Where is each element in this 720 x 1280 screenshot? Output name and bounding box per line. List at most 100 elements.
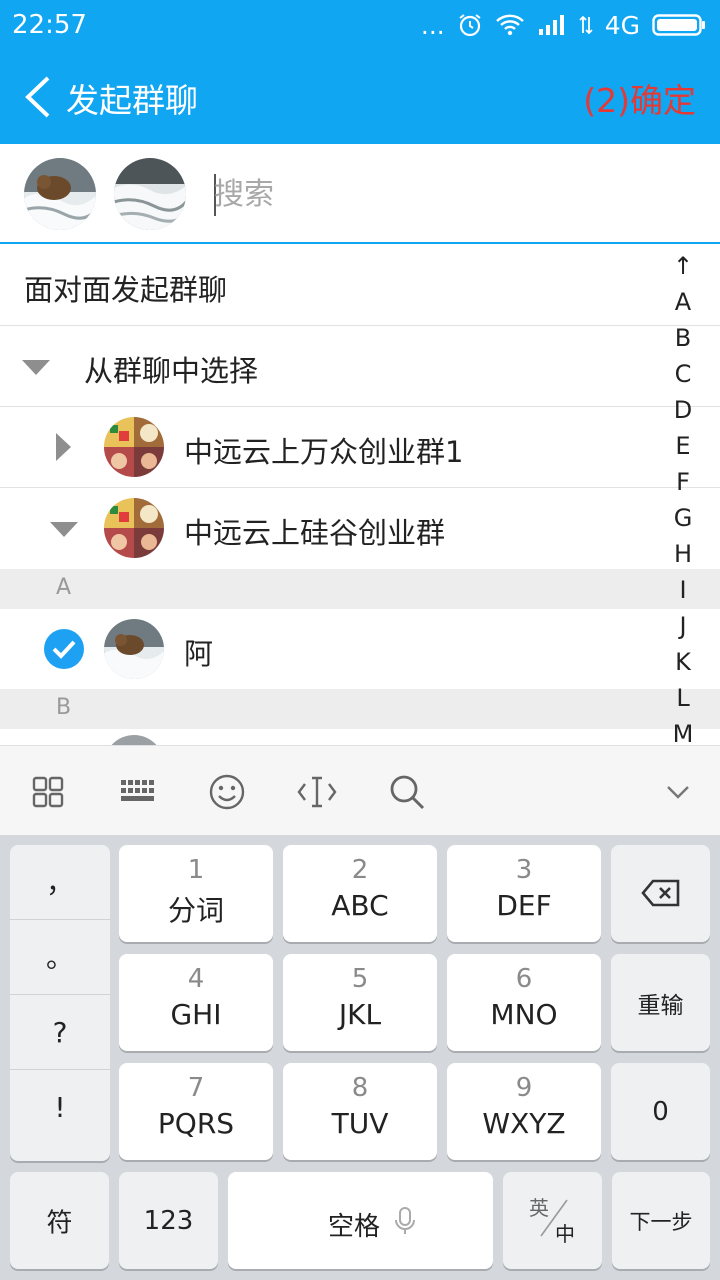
key-label: MNO <box>490 998 558 1031</box>
key-5[interactable]: 5 JKL <box>283 954 437 1051</box>
selected-avatar[interactable] <box>24 158 96 230</box>
key-number: 2 <box>351 855 369 885</box>
cursor-icon[interactable] <box>295 770 339 814</box>
status-bar: 22:57 ... 4G <box>0 0 720 50</box>
grid-icon[interactable] <box>26 770 70 814</box>
punct-question-key[interactable]: ? <box>10 995 110 1070</box>
key-number: 6 <box>515 964 533 994</box>
numbers-key[interactable]: 123 <box>119 1172 218 1269</box>
selected-members-bar <box>0 144 720 244</box>
battery-icon <box>652 14 705 36</box>
network-label: 4G <box>604 10 640 40</box>
key-label: DEF <box>496 889 552 922</box>
index-letter[interactable]: E <box>670 428 696 464</box>
keyboard: ， 。 ? ! 1 分词 2 ABC 3 DEF 4 GHI 5 JKL 6 MNO 重输 … <box>0 835 720 1280</box>
page-title: 发起群聊 <box>66 81 198 120</box>
section-letter: B <box>56 695 72 720</box>
group-row[interactable]: 中远云上硅谷创业群 <box>0 488 720 569</box>
keyboard-icon[interactable] <box>115 770 159 814</box>
index-top[interactable]: ↑ <box>670 248 696 284</box>
index-letter[interactable]: B <box>670 320 696 356</box>
punct-exclaim-key[interactable]: ! <box>10 1070 110 1145</box>
signal-icon <box>538 15 564 35</box>
key-number: 1 <box>187 855 205 885</box>
punct-period-key[interactable]: 。 <box>10 920 110 995</box>
backspace-icon <box>641 879 680 907</box>
space-key[interactable]: 空格 <box>228 1172 493 1269</box>
face-to-face-row[interactable]: 面对面发起群聊 <box>0 245 720 326</box>
index-letter[interactable]: D <box>670 392 696 428</box>
chevron-left-icon[interactable] <box>20 72 60 122</box>
key-3[interactable]: 3 DEF <box>447 845 601 942</box>
contact-avatar <box>104 619 164 679</box>
key-label: WXYZ <box>482 1107 566 1140</box>
key-9[interactable]: 9 WXYZ <box>447 1063 601 1160</box>
reinput-key[interactable]: 重输 <box>611 954 710 1051</box>
key-0[interactable]: 0 <box>611 1063 710 1160</box>
key-7[interactable]: 7 PQRS <box>119 1063 273 1160</box>
group-row[interactable]: 中远云上万众创业群1 <box>0 407 720 488</box>
key-number: 7 <box>187 1073 205 1103</box>
index-letter[interactable]: A <box>670 284 696 320</box>
next-step-key[interactable]: 下一步 <box>612 1172 710 1269</box>
key-2[interactable]: 2 ABC <box>283 845 437 942</box>
top-bar: 22:57 ... 4G 发起群聊 (2)确定 <box>0 0 720 144</box>
key-1[interactable]: 1 分词 <box>119 845 273 942</box>
index-letter[interactable]: F <box>670 464 696 500</box>
face-to-face-label: 面对面发起群聊 <box>24 273 228 307</box>
key-number: 9 <box>515 1073 533 1103</box>
triangle-down-icon <box>22 360 50 375</box>
key-label: TUV <box>331 1107 389 1140</box>
key-number: 3 <box>515 855 533 885</box>
backspace-key[interactable] <box>611 845 710 942</box>
selected-avatar[interactable] <box>114 158 186 230</box>
key-6[interactable]: 6 MNO <box>447 954 601 1051</box>
punct-comma-key[interactable]: ， <box>10 845 110 920</box>
group-name: 中远云上万众创业群1 <box>184 435 464 469</box>
contact-name: 阿 <box>184 637 214 671</box>
from-group-row[interactable]: 从群聊中选择 <box>0 326 720 407</box>
status-time: 22:57 <box>12 10 87 40</box>
group-name: 中远云上硅谷创业群 <box>184 516 446 550</box>
group-avatar <box>104 417 164 477</box>
status-dots: ... <box>420 10 445 40</box>
alarm-icon <box>459 14 481 37</box>
section-header-a: A <box>0 569 720 609</box>
index-letter[interactable]: K <box>670 644 696 680</box>
microphone-icon <box>395 1207 415 1234</box>
contact-row[interactable]: 阿 <box>0 609 720 689</box>
search-input[interactable] <box>214 170 594 218</box>
key-8[interactable]: 8 TUV <box>283 1063 437 1160</box>
contact-avatar <box>104 735 164 745</box>
collapse-icon[interactable] <box>656 770 700 814</box>
section-header-b: B <box>0 689 720 729</box>
index-letter[interactable]: H <box>670 536 696 572</box>
key-label: 123 <box>143 1205 194 1236</box>
index-letter[interactable]: I <box>670 572 696 608</box>
key-label: GHI <box>170 998 222 1031</box>
key-label: JKL <box>338 998 382 1031</box>
confirm-button[interactable]: (2)确定 <box>583 74 696 122</box>
checked-icon[interactable] <box>44 629 84 669</box>
key-label: PQRS <box>157 1107 235 1140</box>
key-label: 空格 <box>328 1212 381 1242</box>
key-label: 下一步 <box>629 1209 693 1234</box>
index-letter[interactable]: C <box>670 356 696 392</box>
key-label: 分词 <box>167 894 224 927</box>
group-avatar <box>104 498 164 558</box>
language-switch-key[interactable]: 英 中 <box>503 1172 602 1269</box>
key-4[interactable]: 4 GHI <box>119 954 273 1051</box>
index-letter[interactable]: L <box>670 680 696 716</box>
index-letter[interactable]: J <box>670 608 696 644</box>
data-arrows-icon <box>579 15 593 35</box>
index-letter[interactable]: G <box>670 500 696 536</box>
keyboard-toolbar <box>0 745 720 835</box>
status-icons: ... 4G <box>421 8 706 42</box>
title-bar: 发起群聊 (2)确定 <box>0 50 720 144</box>
emoji-icon[interactable] <box>205 770 249 814</box>
key-label: 0 <box>652 1096 669 1127</box>
alphabet-index[interactable]: ↑ A B C D E F G H I J K L M <box>670 248 696 752</box>
triangle-right-icon <box>56 433 71 461</box>
search-icon[interactable] <box>385 770 429 814</box>
symbols-key[interactable]: 符 <box>10 1172 109 1269</box>
